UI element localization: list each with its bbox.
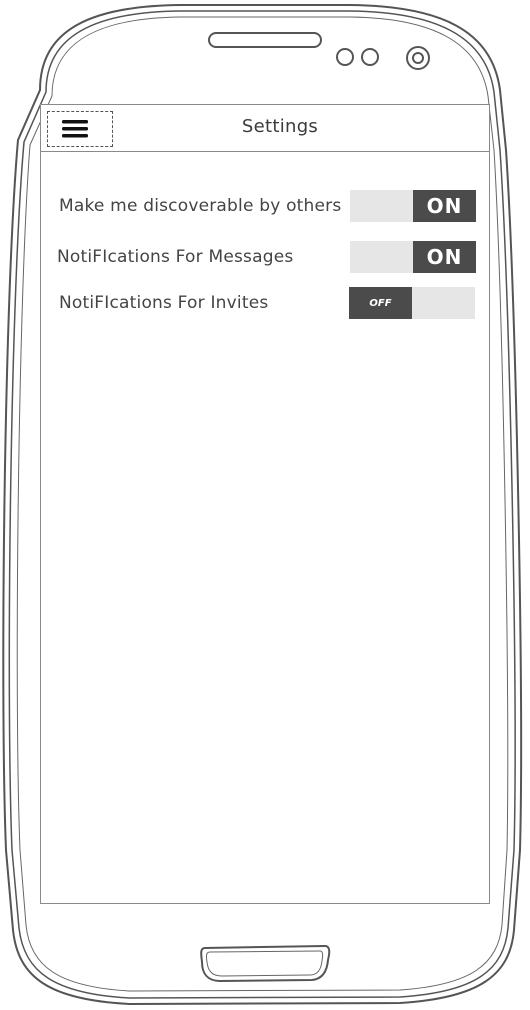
app-screen: Settings Make me discoverable by others … xyxy=(40,104,490,904)
invite-notifications-toggle[interactable]: OFF xyxy=(349,287,475,319)
discoverable-toggle[interactable]: ON xyxy=(350,190,476,222)
setting-row-invite-notifications: NotiFIcations For Invites OFF xyxy=(41,287,489,321)
toggle-state-label: OFF xyxy=(349,287,412,319)
top-bar: Settings xyxy=(41,105,489,152)
setting-label: NotiFIcations For Messages xyxy=(57,247,294,267)
setting-row-message-notifications: NotiFIcations For Messages ON xyxy=(41,241,489,275)
toggle-state-label: ON xyxy=(413,241,476,273)
setting-label: NotiFIcations For Invites xyxy=(59,293,269,313)
message-notifications-toggle[interactable]: ON xyxy=(350,241,476,273)
setting-label: Make me discoverable by others xyxy=(59,196,342,216)
setting-row-discoverable: Make me discoverable by others ON xyxy=(41,190,489,224)
page-title: Settings xyxy=(241,116,319,137)
toggle-state-label: ON xyxy=(413,190,476,222)
